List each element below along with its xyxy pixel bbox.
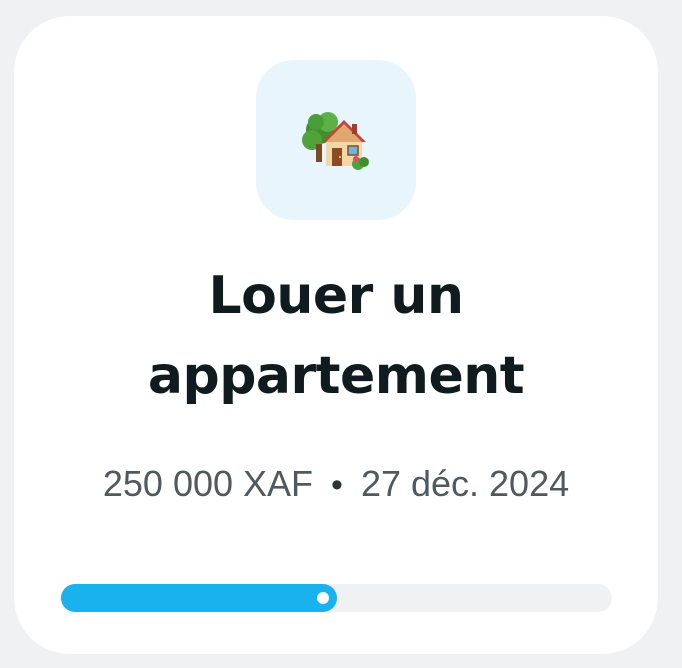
goal-icon-tile bbox=[256, 60, 416, 220]
goal-amount: 250 000 XAF bbox=[102, 463, 314, 504]
goal-card[interactable]: Louer un appartement 250 000 XAF • 27 déc.… bbox=[14, 16, 658, 654]
goal-title: Louer un appartement bbox=[14, 256, 658, 416]
goal-title-line-1: Louer un bbox=[208, 266, 464, 326]
separator-dot: • bbox=[331, 466, 343, 504]
house-with-garden-icon bbox=[302, 112, 369, 170]
goal-date: 27 déc. 2024 bbox=[360, 463, 570, 504]
goal-progress-bar bbox=[61, 584, 612, 612]
goal-meta: 250 000 XAF • 27 déc. 2024 bbox=[14, 460, 658, 509]
goal-progress-knob bbox=[317, 592, 329, 604]
goal-title-line-2: appartement bbox=[147, 346, 525, 406]
goal-progress-fill bbox=[61, 584, 337, 612]
